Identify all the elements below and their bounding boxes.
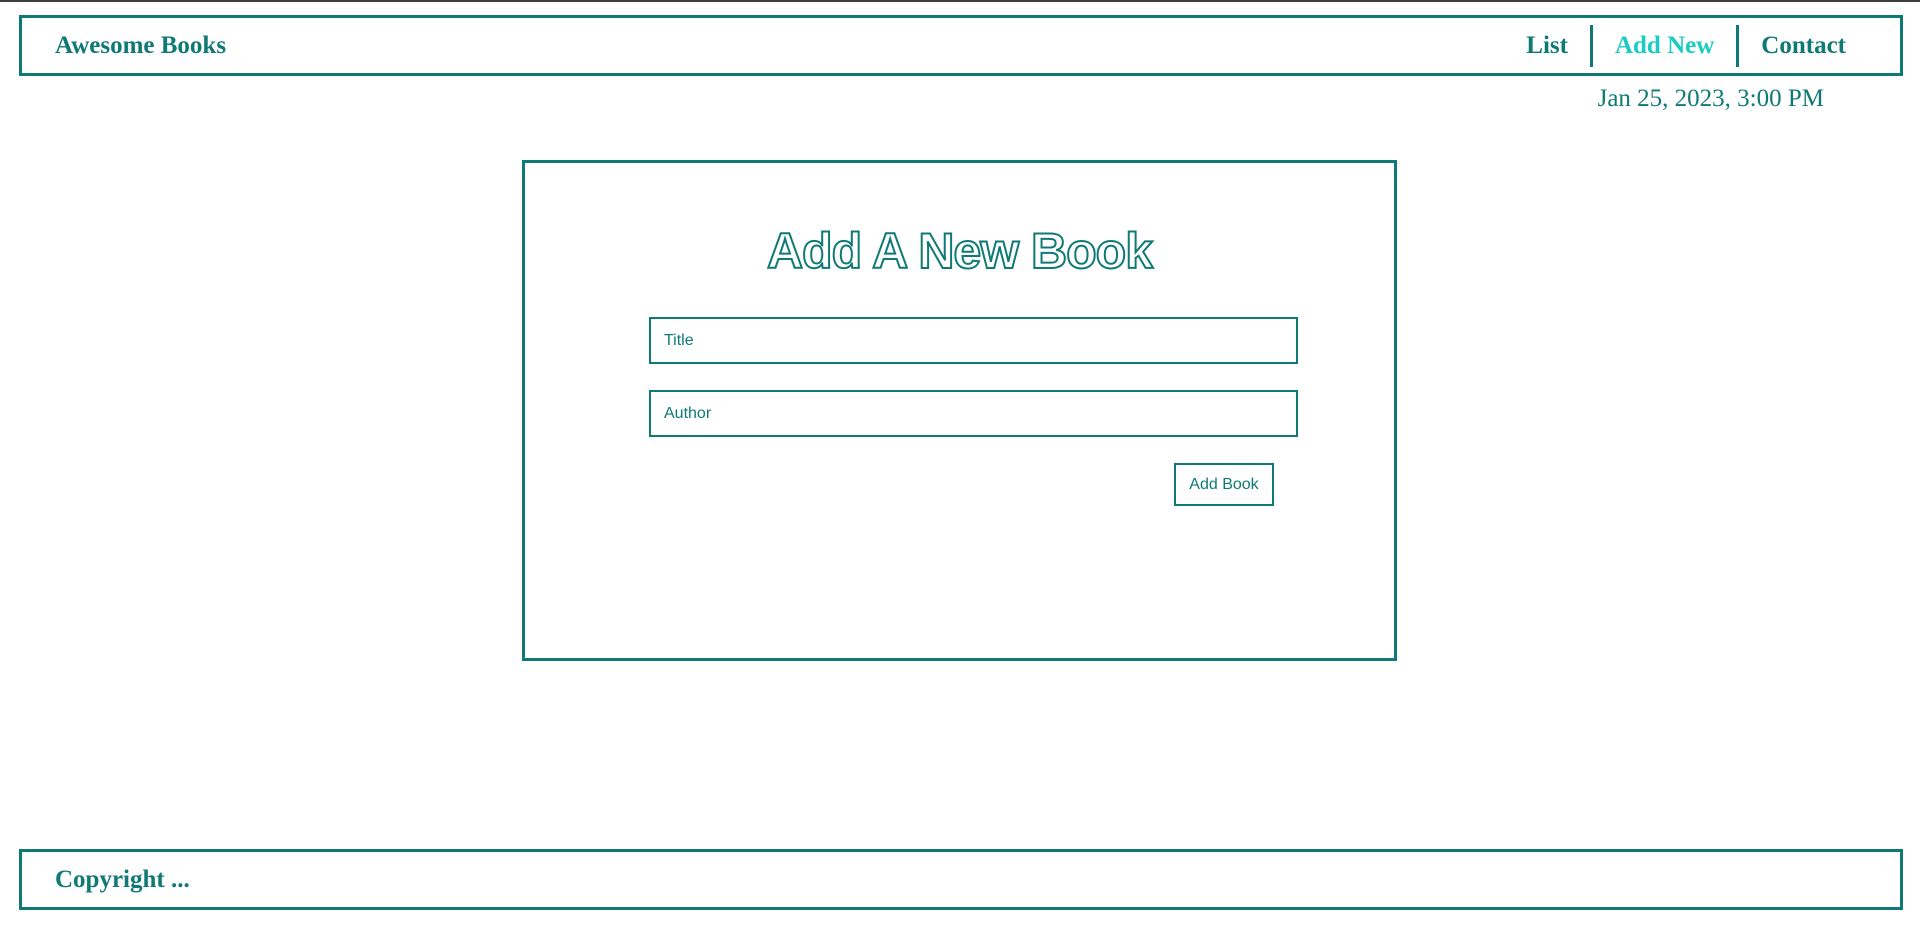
current-datetime: Jan 25, 2023, 3:00 PM	[1597, 85, 1824, 112]
nav-link-contact[interactable]: Contact	[1739, 31, 1900, 61]
title-input[interactable]	[649, 317, 1298, 364]
copyright-text: Copyright ...	[55, 866, 190, 893]
author-input[interactable]	[649, 390, 1298, 437]
navbar: Awesome Books List Add New Contact	[19, 15, 1903, 76]
nav-links: List Add New Contact	[1504, 18, 1900, 73]
footer: Copyright ...	[19, 849, 1903, 910]
nav-link-list[interactable]: List	[1504, 31, 1590, 61]
brand-logo[interactable]: Awesome Books	[55, 31, 226, 61]
add-book-form: Add A New Book Add Book	[522, 160, 1397, 661]
top-rule	[0, 0, 1920, 2]
nav-link-add-new[interactable]: Add New	[1593, 31, 1736, 61]
add-book-button[interactable]: Add Book	[1174, 463, 1274, 506]
form-title: Add A New Book	[766, 222, 1154, 280]
